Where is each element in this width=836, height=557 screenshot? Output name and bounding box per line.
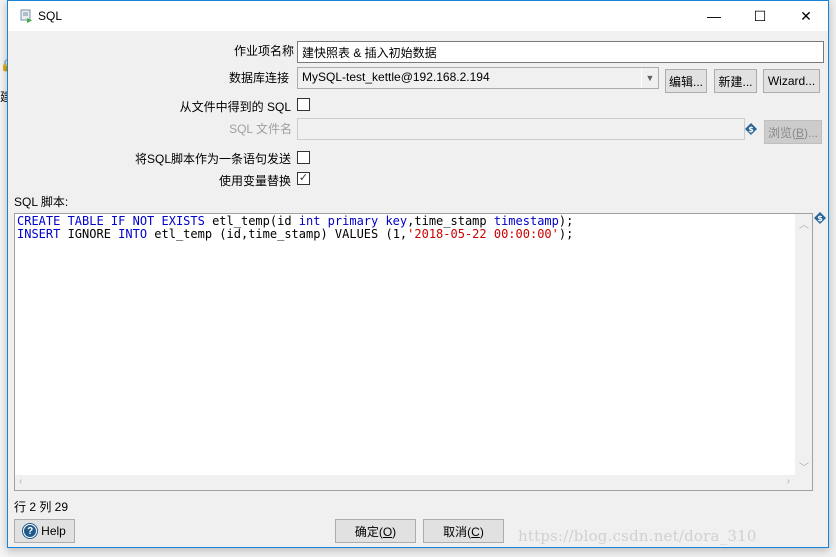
edit-connection-button[interactable]: 编辑... <box>665 69 707 93</box>
help-icon: ? <box>23 524 38 538</box>
use-variable-substitution-checkbox[interactable]: ✓ <box>297 172 310 185</box>
connection-select[interactable]: MySQL-test_kettle@192.168.2.194 ▼ <box>297 67 659 89</box>
ok-label: 确定(O) <box>354 524 397 539</box>
scroll-right-icon[interactable]: › <box>787 476 790 487</box>
new-connection-button[interactable]: 新建... <box>714 69 757 93</box>
chevron-down-icon[interactable]: ▼ <box>641 68 658 88</box>
sql-from-file-label: 从文件中得到的 SQL <box>179 100 291 114</box>
sql-string: '2018-05-22 00:00:00' <box>407 227 559 241</box>
background-partial-text: 建 <box>0 90 7 102</box>
variable-icon: $ <box>745 123 757 135</box>
minimize-icon: — <box>707 8 721 24</box>
checkmark-icon: ✓ <box>298 172 309 184</box>
scroll-down-icon[interactable]: ﹀ <box>799 459 809 474</box>
browse-label: 浏览(B)... <box>767 125 818 140</box>
send-single-statement-checkbox[interactable] <box>297 151 310 164</box>
sql-text: ); <box>558 214 574 228</box>
cursor-position-status: 行 2 列 29 <box>14 500 69 514</box>
use-variable-substitution-label: 使用变量替换 <box>218 174 291 188</box>
new-connection-label: 新建... <box>718 74 753 89</box>
help-label: Help <box>41 524 66 538</box>
script-variable-icon: $ <box>814 212 826 224</box>
sql-filename-input[interactable] <box>297 118 745 140</box>
sql-text: ,time_stamp <box>407 214 494 228</box>
edit-connection-label: 编辑... <box>668 74 703 89</box>
browse-button[interactable]: 浏览(B)... <box>764 120 822 144</box>
sql-script-icon <box>19 9 33 23</box>
close-icon: ✕ <box>800 7 812 24</box>
sql-text: IGNORE <box>60 227 119 241</box>
sql-text: etl_temp (id,time_stamp) VALUES (1, <box>147 227 408 241</box>
wizard-label: Wizard... <box>767 74 816 88</box>
svg-text:$: $ <box>817 214 823 223</box>
horizontal-scrollbar[interactable]: ‹ › <box>15 475 812 490</box>
ok-button[interactable]: 确定(O) <box>335 519 416 543</box>
code-line: INSERT IGNORE INTO etl_temp (id,time_sta… <box>17 228 794 241</box>
send-single-statement-label: 将SQL脚本作为一条语句发送 <box>134 152 291 166</box>
minimize-button[interactable]: — <box>691 1 737 31</box>
sql-keyword: CREATE TABLE IF NOT EXISTS <box>17 214 205 228</box>
vertical-scrollbar[interactable]: ︿ ﹀ <box>795 214 812 476</box>
sql-code-area[interactable]: CREATE TABLE IF NOT EXISTS etl_temp(id i… <box>15 214 796 476</box>
watermark: https://blog.csdn.net/dora_310 <box>518 527 757 545</box>
sql-filename-label: SQL 文件名 <box>229 122 292 136</box>
sql-text: ); <box>558 227 574 241</box>
sql-keyword: timestamp <box>493 214 559 228</box>
close-button[interactable]: ✕ <box>783 1 829 31</box>
sql-text: etl_temp(id <box>204 214 299 228</box>
svg-text:$: $ <box>748 125 754 134</box>
scroll-left-icon[interactable]: ‹ <box>19 476 22 487</box>
job-entry-name-label: 作业项名称 <box>233 44 294 58</box>
cancel-button[interactable]: 取消(C) <box>423 519 504 543</box>
sql-keyword: INSERT <box>17 227 61 241</box>
maximize-button[interactable]: ☐ <box>737 1 783 31</box>
sql-script-label: SQL 脚本: <box>14 195 69 209</box>
sql-dialog: SQL — ☐ ✕ 作业项名称 建快照表 & 插入初始数据 数据库连接 MySQ… <box>7 0 829 548</box>
sql-script-editor[interactable]: CREATE TABLE IF NOT EXISTS etl_temp(id i… <box>14 213 813 491</box>
sql-keyword: INTO <box>118 227 148 241</box>
maximize-icon: ☐ <box>753 7 767 24</box>
background-lock-icon: 🔒 <box>0 58 7 72</box>
sql-from-file-checkbox[interactable] <box>297 98 310 111</box>
connection-label: 数据库连接 <box>228 71 289 85</box>
cancel-label: 取消(C) <box>443 524 484 539</box>
job-entry-name-input[interactable]: 建快照表 & 插入初始数据 <box>297 41 824 63</box>
window-title: SQL <box>38 9 63 23</box>
title-bar[interactable]: SQL — ☐ ✕ <box>8 1 828 31</box>
connection-selected-value: MySQL-test_kettle@192.168.2.194 <box>302 70 490 84</box>
help-button[interactable]: ? Help <box>14 519 75 543</box>
sql-keyword: int primary key <box>298 214 408 228</box>
scroll-up-icon[interactable]: ︿ <box>799 216 809 231</box>
wizard-button[interactable]: Wizard... <box>763 69 820 93</box>
